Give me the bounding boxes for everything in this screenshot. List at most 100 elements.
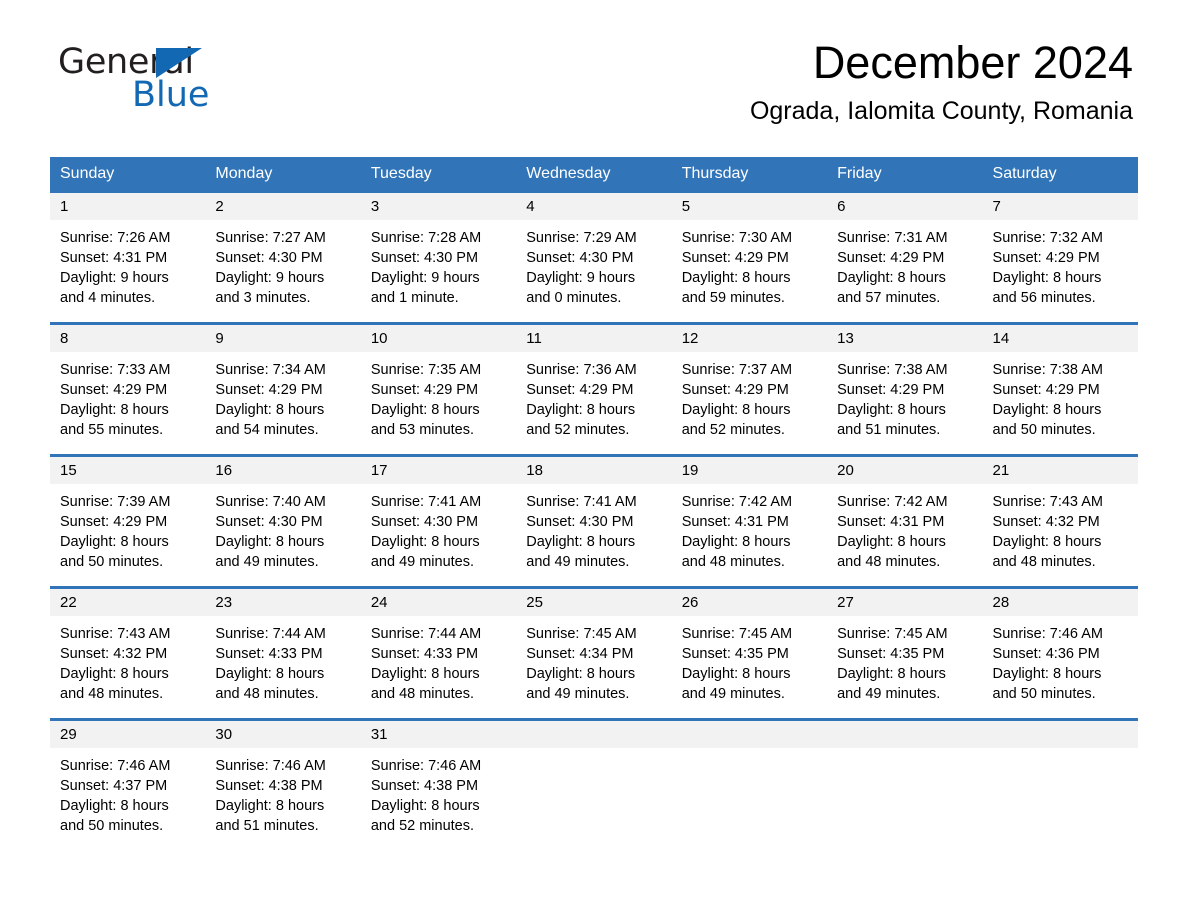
sunset-text: Sunset: 4:32 PM [992,514,1100,530]
daylight-text-line1: Daylight: 8 hours [992,402,1102,418]
day-details: Sunrise: 7:46 AM Sunset: 4:36 PM Dayligh… [983,616,1138,704]
daylight-text-line2: and 57 minutes. [837,290,941,306]
day-number: 26 [681,594,699,611]
sunset-text: Sunset: 4:38 PM [370,778,479,794]
day-cell[interactable]: 19 Sunrise: 7:42 AM Sunset: 4:31 PM Dayl… [671,457,828,586]
daylight-text-line2: and 52 minutes. [526,422,630,438]
day-cell[interactable]: 12 Sunrise: 7:37 AM Sunset: 4:29 PM Dayl… [671,325,828,454]
daylight-text-line1: Daylight: 8 hours [526,534,636,550]
sunset-text: Sunset: 4:37 PM [60,778,168,794]
sunrise-text: Sunrise: 7:46 AM [215,758,326,774]
day-cell[interactable]: 11 Sunrise: 7:36 AM Sunset: 4:29 PM Dayl… [516,325,672,454]
generalblue-logo[interactable]: General Blue [58,45,298,115]
day-number: 27 [837,594,854,611]
day-cell[interactable]: 8 Sunrise: 7:33 AM Sunset: 4:29 PM Dayli… [50,325,206,454]
day-cell[interactable]: 30 Sunrise: 7:46 AM Sunset: 4:38 PM Dayl… [205,721,361,850]
sunset-text: Sunset: 4:30 PM [370,250,479,266]
daylight-text-line1: Daylight: 8 hours [681,270,791,286]
day-cell[interactable]: 27 Sunrise: 7:45 AM Sunset: 4:35 PM Dayl… [827,589,983,718]
sunset-text: Sunset: 4:30 PM [526,514,634,530]
sunrise-text: Sunrise: 7:32 AM [992,230,1103,246]
day-cell[interactable]: 7 Sunrise: 7:32 AM Sunset: 4:29 PM Dayli… [982,193,1138,322]
daylight-text-line2: and 48 minutes. [681,554,785,570]
daylight-text-line1: Daylight: 8 hours [215,666,325,682]
sunset-text: Sunset: 4:30 PM [215,514,323,530]
day-cell-empty [671,721,828,850]
sunset-text: Sunset: 4:38 PM [215,778,323,794]
day-details: Sunrise: 7:38 AM Sunset: 4:29 PM Dayligh… [983,352,1138,440]
sunrise-text: Sunrise: 7:37 AM [681,362,793,378]
day-cell[interactable]: 29 Sunrise: 7:46 AM Sunset: 4:37 PM Dayl… [50,721,206,850]
day-cell[interactable]: 13 Sunrise: 7:38 AM Sunset: 4:29 PM Dayl… [827,325,983,454]
day-details: Sunrise: 7:28 AM Sunset: 4:30 PM Dayligh… [361,220,516,308]
day-cell[interactable]: 5 Sunrise: 7:30 AM Sunset: 4:29 PM Dayli… [671,193,828,322]
day-number: 28 [992,594,1010,611]
day-cell[interactable]: 1 Sunrise: 7:26 AM Sunset: 4:31 PM Dayli… [50,193,206,322]
sunrise-text: Sunrise: 7:45 AM [526,626,637,642]
day-cell[interactable]: 17 Sunrise: 7:41 AM Sunset: 4:30 PM Dayl… [360,457,517,586]
daylight-text-line1: Daylight: 8 hours [837,534,946,550]
week-row: 29 Sunrise: 7:46 AM Sunset: 4:37 PM Dayl… [50,718,1138,850]
sunrise-text: Sunrise: 7:35 AM [370,362,482,378]
day-number-band: 26 [671,589,828,616]
sunset-text: Sunset: 4:35 PM [837,646,945,662]
day-details: Sunrise: 7:42 AM Sunset: 4:31 PM Dayligh… [672,484,827,572]
day-cell[interactable]: 2 Sunrise: 7:27 AM Sunset: 4:30 PM Dayli… [205,193,361,322]
day-number: 29 [60,726,77,743]
day-number: 9 [215,330,224,347]
logo-text-blue: Blue [132,75,210,115]
day-number-band: 29 [50,721,206,748]
day-number-band: 18 [516,457,672,484]
sunset-text: Sunset: 4:31 PM [681,514,789,530]
day-number-band: 16 [205,457,361,484]
day-number-band: 5 [671,193,828,220]
day-cell[interactable]: 20 Sunrise: 7:42 AM Sunset: 4:31 PM Dayl… [827,457,983,586]
day-cell[interactable]: 10 Sunrise: 7:35 AM Sunset: 4:29 PM Dayl… [360,325,517,454]
sunrise-text: Sunrise: 7:30 AM [681,230,793,246]
day-cell[interactable]: 21 Sunrise: 7:43 AM Sunset: 4:32 PM Dayl… [982,457,1138,586]
page-header: General Blue December 2024 Ograda, Ialom… [50,0,1138,125]
day-cell[interactable]: 14 Sunrise: 7:38 AM Sunset: 4:29 PM Dayl… [982,325,1138,454]
day-cell[interactable]: 4 Sunrise: 7:29 AM Sunset: 4:30 PM Dayli… [516,193,672,322]
daylight-text-line1: Daylight: 8 hours [370,666,480,682]
day-cell[interactable]: 25 Sunrise: 7:45 AM Sunset: 4:34 PM Dayl… [516,589,672,718]
day-cell[interactable]: 9 Sunrise: 7:34 AM Sunset: 4:29 PM Dayli… [205,325,361,454]
day-cell[interactable]: 22 Sunrise: 7:43 AM Sunset: 4:32 PM Dayl… [50,589,206,718]
day-cell[interactable]: 31 Sunrise: 7:46 AM Sunset: 4:38 PM Dayl… [360,721,517,850]
daylight-text-line2: and 49 minutes. [681,686,785,702]
day-cell[interactable]: 24 Sunrise: 7:44 AM Sunset: 4:33 PM Dayl… [360,589,517,718]
sunset-text: Sunset: 4:29 PM [60,514,168,530]
day-number: 19 [681,462,699,479]
daylight-text-line1: Daylight: 8 hours [60,666,169,682]
daylight-text-line2: and 52 minutes. [681,422,785,438]
day-number: 25 [526,594,543,611]
day-number: 15 [60,462,77,479]
day-cell[interactable]: 6 Sunrise: 7:31 AM Sunset: 4:29 PM Dayli… [827,193,983,322]
day-cell-empty [516,721,672,850]
weekday-friday: Friday [837,165,882,182]
day-number-band: 21 [982,457,1138,484]
daylight-text-line2: and 48 minutes. [837,554,941,570]
day-cell[interactable]: 3 Sunrise: 7:28 AM Sunset: 4:30 PM Dayli… [360,193,517,322]
day-cell[interactable]: 16 Sunrise: 7:40 AM Sunset: 4:30 PM Dayl… [205,457,361,586]
weekday-wednesday: Wednesday [526,165,611,182]
daylight-text-line1: Daylight: 8 hours [370,798,480,814]
day-cell[interactable]: 23 Sunrise: 7:44 AM Sunset: 4:33 PM Dayl… [205,589,361,718]
day-number: 22 [60,594,77,611]
daylight-text-line2: and 48 minutes. [370,686,475,702]
day-cell[interactable]: 28 Sunrise: 7:46 AM Sunset: 4:36 PM Dayl… [982,589,1138,718]
daylight-text-line1: Daylight: 8 hours [681,534,791,550]
page-subtitle: Ograda, Ialomita County, Romania [749,97,1133,126]
sunrise-text: Sunrise: 7:29 AM [526,230,637,246]
day-cell[interactable]: 18 Sunrise: 7:41 AM Sunset: 4:30 PM Dayl… [516,457,672,586]
day-cell[interactable]: 15 Sunrise: 7:39 AM Sunset: 4:29 PM Dayl… [50,457,206,586]
sunset-text: Sunset: 4:29 PM [526,382,634,398]
day-cell[interactable]: 26 Sunrise: 7:45 AM Sunset: 4:35 PM Dayl… [671,589,828,718]
day-number-band: 15 [50,457,206,484]
daylight-text-line1: Daylight: 8 hours [215,534,325,550]
daylight-text-line2: and 55 minutes. [60,422,164,438]
day-number-band: 8 [50,325,206,352]
sunset-text: Sunset: 4:35 PM [681,646,789,662]
day-number-band: 25 [516,589,672,616]
daylight-text-line2: and 50 minutes. [60,818,164,834]
